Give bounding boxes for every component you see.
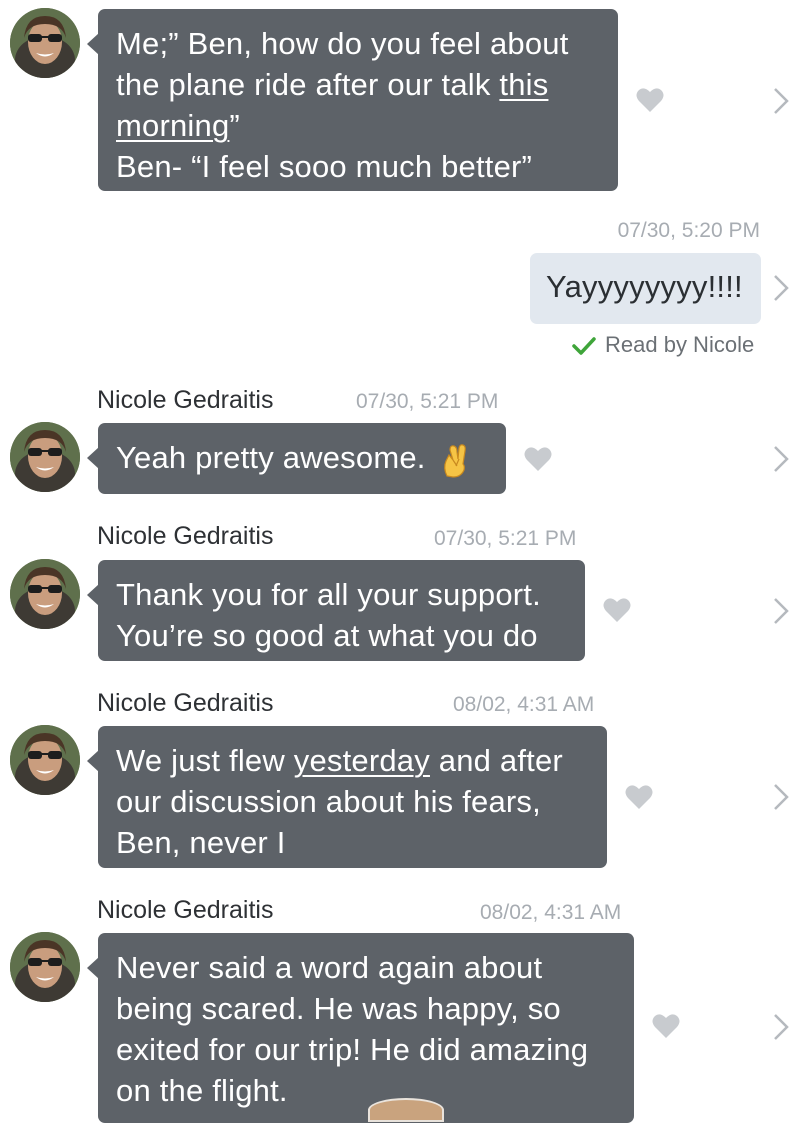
message-line: We just flew yesterday and after [116,740,589,781]
message-text: Ben, never I [116,825,286,860]
message-text: Yeah pretty awesome. [116,440,435,475]
chevron-right-icon[interactable] [772,273,790,303]
heart-icon[interactable] [603,597,631,623]
message-line: Never said a word again about [116,947,616,988]
message-bubble[interactable]: Yayyyyyyyy!!!! [530,253,761,324]
message-bubble[interactable]: Never said a word again about being scar… [87,933,634,1123]
message-text: You’re so good at what you do [116,618,538,653]
crossed-fingers-emoji-icon [444,444,467,478]
checkmark-icon [572,337,596,355]
chevron-right-icon[interactable] [772,444,790,474]
timestamp: 08/02, 4:31 AM [480,901,622,924]
message-line: Yayyyyyyyy!!!! [546,266,745,307]
message-text: Yayyyyyyyy!!!! [546,269,743,304]
avatar[interactable] [10,422,80,492]
message-text: exited for our trip! He did amazing [116,1032,589,1067]
timestamp: 07/30, 5:20 PM [617,219,760,242]
message-text: Me;” Ben, how do you feel about [116,26,569,61]
avatar[interactable] [10,932,80,1002]
timestamp: 07/30, 5:21 PM [356,390,499,413]
message-text: Never said a word again about [116,950,543,985]
chevron-right-icon[interactable] [772,596,790,626]
sender-name: Nicole Gedraitis [97,689,274,717]
message-text: the plane ride after our talk [116,67,500,102]
message-line: You’re so good at what you do [116,615,567,656]
message-text: ” [229,108,240,143]
message-line: Ben, never I [116,822,589,863]
date-link[interactable]: yesterday [294,743,430,778]
sender-name: Nicole Gedraitis [97,386,274,414]
sender-name: Nicole Gedraitis [97,522,274,550]
chevron-right-icon[interactable] [772,86,790,116]
message-line: Thank you for all your support. [116,574,567,615]
timestamp: 07/30, 5:21 PM [434,527,577,550]
message-text: on the flight. [116,1073,288,1108]
heart-icon[interactable] [625,784,653,810]
chevron-right-icon[interactable] [772,1012,790,1042]
message-line: on the flight. [116,1070,616,1111]
heart-icon[interactable] [652,1013,680,1039]
message-bubble[interactable]: Yeah pretty awesome. [87,423,506,494]
message-bubble[interactable]: Me;” Ben, how do you feel about the plan… [87,9,618,191]
avatar[interactable] [10,559,80,629]
message-text: We just flew [116,743,294,778]
message-line: the plane ride after our talk this [116,64,600,105]
message-line: exited for our trip! He did amazing [116,1029,616,1070]
date-link[interactable]: this [499,67,548,102]
message-text: Thank you for all your support. [116,577,541,612]
message-line: Yeah pretty awesome. [116,437,488,478]
message-line: being scared. He was happy, so [116,988,616,1029]
message-line: morning” [116,105,600,146]
avatar[interactable] [10,725,80,795]
heart-icon[interactable] [636,87,664,113]
sender-name: Nicole Gedraitis [97,896,274,924]
message-text: being scared. He was happy, so [116,991,561,1026]
date-link[interactable]: morning [116,108,229,143]
message-text: Ben- “I feel sooo much better” [116,149,533,184]
message-line: our discussion about his fears, [116,781,589,822]
message-text: and after [429,743,563,778]
message-bubble[interactable]: Thank you for all your support. You’re s… [87,560,585,661]
timestamp: 08/02, 4:31 AM [453,693,595,716]
message-text: our discussion about his fears, [116,784,541,819]
partial-avatar [368,1098,444,1122]
heart-icon[interactable] [524,446,552,472]
chevron-right-icon[interactable] [772,782,790,812]
message-line: Ben- “I feel sooo much better” [116,146,600,187]
avatar[interactable] [10,8,80,78]
message-bubble[interactable]: We just flew yesterday and after our dis… [87,726,607,868]
message-line: Me;” Ben, how do you feel about [116,23,600,64]
read-receipt: Read by Nicole [605,332,755,357]
